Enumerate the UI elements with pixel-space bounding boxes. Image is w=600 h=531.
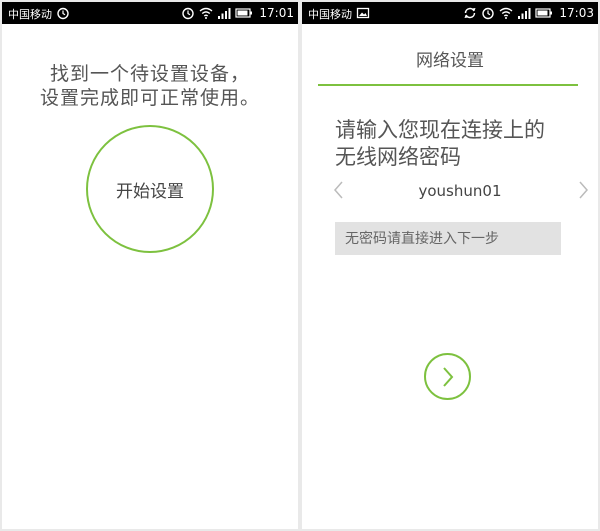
network-settings-screen: 中国移动 17:03 网络设置 请输入您现在连接上的 无线网络密码 youshu… (302, 2, 598, 529)
status-bar: 中国移动 (2, 2, 298, 24)
status-bar: 中国移动 (302, 2, 598, 24)
password-input[interactable] (335, 222, 561, 255)
ssid-name: youshun01 (418, 182, 502, 200)
image-icon (356, 7, 370, 19)
signal-icon (518, 8, 531, 19)
status-time: 17:03 (559, 6, 594, 20)
battery-icon (235, 8, 253, 18)
prompt-line-1: 请输入您现在连接上的 (335, 118, 545, 142)
intro-text: 找到一个待设置设备， 设置完成即可正常使用。 (2, 62, 298, 110)
start-setup-label: 开始设置 (116, 181, 184, 202)
signal-icon (218, 8, 231, 19)
wifi-icon (199, 7, 213, 19)
title-divider (318, 84, 578, 86)
prompt-line-2: 无线网络密码 (335, 145, 461, 169)
alarm-icon (182, 7, 195, 20)
battery-icon (535, 8, 553, 18)
ssid-selector: youshun01 (330, 178, 588, 204)
carrier-name: 中国移动 (308, 8, 352, 21)
wifi-icon (499, 7, 513, 19)
status-time: 17:01 (259, 6, 294, 20)
intro-line-1: 找到一个待设置设备， (49, 63, 250, 85)
alarm-icon (482, 7, 495, 20)
chevron-right-icon (442, 366, 453, 387)
next-button[interactable] (424, 353, 471, 400)
intro-line-2: 设置完成即可正常使用。 (39, 87, 260, 109)
page-title: 网络设置 (416, 51, 484, 71)
alarm-icon (57, 7, 69, 20)
password-prompt: 请输入您现在连接上的 无线网络密码 (335, 117, 575, 171)
chevron-right-icon[interactable] (578, 180, 590, 200)
start-setup-screen: 中国移动 17:01 找到一个待设置设备， 设置完成即可正常使用。 开始设置 (2, 2, 298, 529)
start-setup-button[interactable]: 开始设置 (86, 125, 214, 253)
carrier-name: 中国移动 (8, 8, 52, 21)
sync-icon (464, 7, 476, 19)
